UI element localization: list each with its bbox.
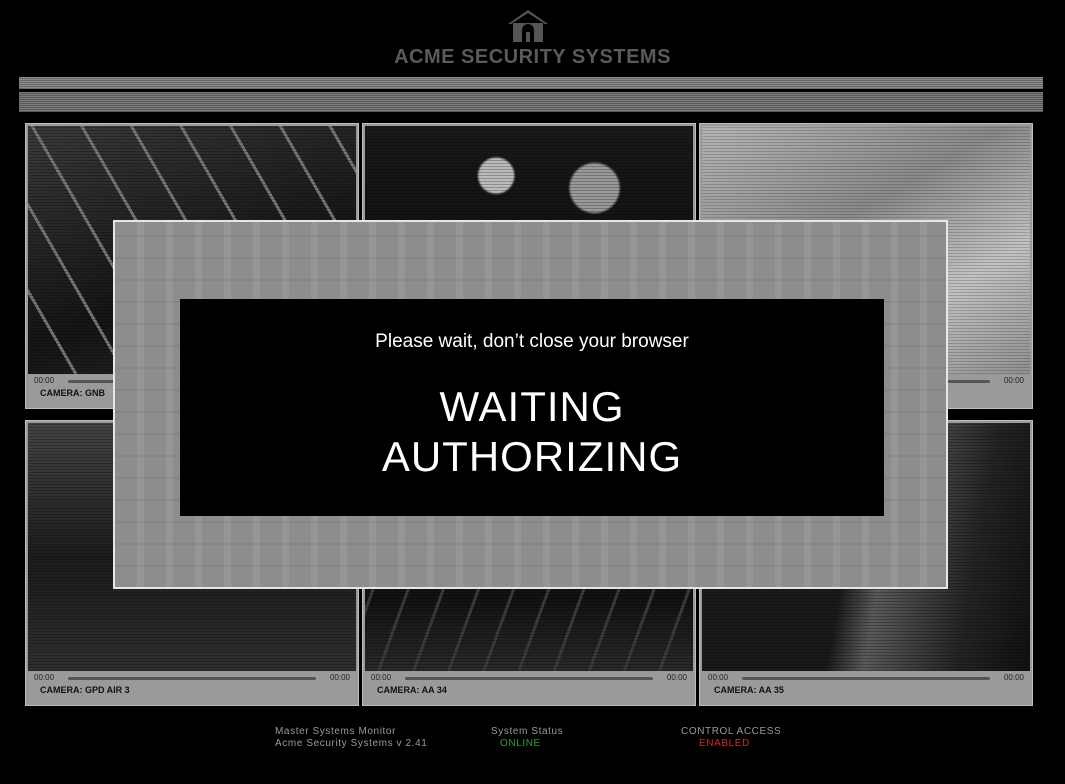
status-value: ONLINE bbox=[500, 738, 541, 749]
progress-bar[interactable] bbox=[68, 677, 316, 680]
progress-bar[interactable] bbox=[405, 677, 653, 680]
time-end: 00:00 bbox=[1003, 673, 1024, 682]
status-authorizing: AUTHORIZING bbox=[381, 433, 683, 480]
camera-label: CAMERA: GPD AIR 3 bbox=[40, 685, 130, 695]
status-waiting: WAITING bbox=[439, 383, 625, 430]
monitor-version: Acme Security Systems v 2.41 bbox=[275, 738, 428, 749]
dialog-status: WAITING AUTHORIZING bbox=[180, 382, 884, 482]
time-end: 00:00 bbox=[1003, 376, 1024, 385]
footer-status: System Status ONLINE bbox=[491, 726, 563, 750]
footer-access: CONTROL ACCESS ENABLED bbox=[681, 726, 781, 750]
authorizing-dialog: Please wait, don’t close your browser WA… bbox=[180, 299, 884, 516]
progress-bar[interactable] bbox=[742, 677, 990, 680]
time-end: 00:00 bbox=[666, 673, 687, 682]
camera-controls: 00:00 00:00 bbox=[365, 673, 693, 683]
time-start: 00:00 bbox=[371, 673, 392, 682]
status-label: System Status bbox=[491, 726, 564, 737]
camera-label: CAMERA: GNB bbox=[40, 388, 105, 398]
footer-monitor: Master Systems Monitor Acme Security Sys… bbox=[275, 726, 427, 750]
header-band bbox=[19, 92, 1043, 112]
time-start: 00:00 bbox=[34, 673, 55, 682]
access-label: CONTROL ACCESS bbox=[681, 726, 782, 737]
time-start: 00:00 bbox=[708, 673, 729, 682]
camera-label: CAMERA: AA 34 bbox=[377, 685, 447, 695]
brand-title: ACME SECURITY SYSTEMS bbox=[394, 46, 671, 68]
dialog-subtitle: Please wait, don’t close your browser bbox=[375, 331, 689, 352]
monitor-title: Master Systems Monitor bbox=[275, 726, 397, 737]
house-lock-icon bbox=[508, 10, 548, 42]
header: ACME SECURITY SYSTEMS bbox=[0, 0, 1065, 75]
camera-label: CAMERA: AA 35 bbox=[714, 685, 784, 695]
time-end: 00:00 bbox=[329, 673, 350, 682]
camera-controls: 00:00 00:00 bbox=[28, 673, 356, 683]
camera-controls: 00:00 00:00 bbox=[702, 673, 1030, 683]
access-value: ENABLED bbox=[699, 738, 750, 749]
time-start: 00:00 bbox=[34, 376, 55, 385]
header-divider bbox=[19, 77, 1043, 89]
